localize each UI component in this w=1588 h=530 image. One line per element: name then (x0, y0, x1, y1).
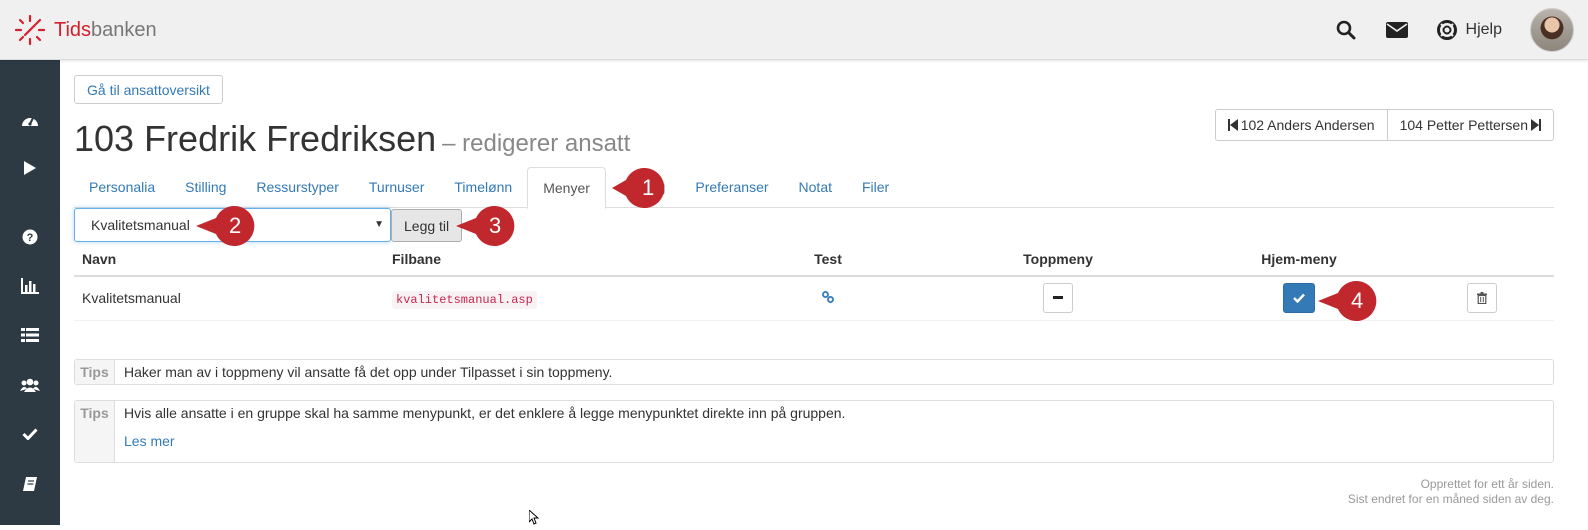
envelope-icon[interactable] (1385, 22, 1408, 38)
employee-navigation: 102 Anders Andersen 104 Petter Pettersen (1214, 109, 1554, 141)
test-cell (728, 276, 928, 321)
prev-employee-button[interactable]: 102 Anders Andersen (1214, 109, 1388, 141)
created-note: Opprettet for ett år siden. (1420, 477, 1554, 491)
link-icon[interactable] (822, 290, 834, 306)
home-menu-toggle[interactable] (1283, 283, 1315, 314)
tips-label: Tips (75, 360, 115, 384)
tab-preferanser[interactable]: Preferanser (680, 167, 783, 208)
logo-clock-icon (14, 14, 46, 46)
menu-path-cell: kvalitetsmanual.asp (384, 276, 728, 321)
tidsbanken-logo[interactable]: Tidsbanken (14, 14, 157, 46)
employee-tabs: Personalia Stilling Ressurstyper Turnuse… (74, 167, 1554, 209)
menu-name-cell: Kvalitetsmanual (74, 276, 384, 321)
changed-note: Sist endret for en måned siden av deg. (1347, 492, 1554, 506)
trash-icon (1477, 292, 1487, 305)
next-employee-label: 104 Petter Pettersen (1399, 117, 1528, 133)
callout-marker: 4 (1318, 279, 1377, 323)
page-title: 103 Fredrik Fredriksen – redigerer ansatt (74, 118, 630, 160)
top-bar: Tidsbanken Hjelp (0, 0, 1588, 60)
callout-number: 3 (489, 213, 502, 238)
column-header-home-menu: Hjem-meny (1188, 248, 1410, 277)
tab-timelonn[interactable]: Timelønn (439, 167, 527, 208)
step-backward-icon (1227, 119, 1238, 131)
record-metadata: Opprettet for ett år siden. Sist endret … (1348, 477, 1554, 507)
tab-menyer[interactable]: Menyer (527, 167, 606, 209)
tab-filer[interactable]: Filer (847, 167, 904, 208)
help-icon[interactable]: ? (20, 227, 40, 247)
column-header-name: Navn (74, 248, 384, 277)
column-header-top-menu: Toppmeny (928, 248, 1188, 277)
tab-ressurstyper[interactable]: Ressurstyper (241, 167, 353, 208)
menu-path: kvalitetsmanual.asp (392, 290, 537, 309)
next-employee-button[interactable]: 104 Petter Pettersen (1387, 109, 1554, 141)
tips-box-top-menu: Tips Haker man av i toppmeny vil ansatte… (74, 359, 1554, 385)
help-menu[interactable]: Hjelp (1436, 19, 1502, 41)
sidebar: ? (0, 60, 60, 525)
lifebuoy-icon (1436, 20, 1457, 40)
tips-text: Haker man av i toppmeny vil ansatte få d… (124, 364, 613, 380)
check-icon (1293, 293, 1305, 304)
page-subtitle: – redigerer ansatt (442, 130, 631, 157)
svg-text:?: ? (27, 232, 34, 244)
add-menu-button[interactable]: Legg til (391, 209, 463, 242)
callout-marker: 2 (196, 204, 255, 248)
tab-turnuser[interactable]: Turnuser (354, 167, 440, 208)
step-forward-icon (1531, 119, 1541, 131)
tips-box-group: Tips Hvis alle ansatte i en gruppe skal … (74, 400, 1554, 463)
bar-chart-icon[interactable] (20, 276, 40, 296)
tips-label: Tips (75, 401, 115, 462)
table-header-row: Navn Filbane Test Toppmeny Hjem-meny (74, 248, 1554, 277)
column-header-actions (1410, 248, 1554, 277)
top-menu-toggle[interactable] (1043, 283, 1073, 314)
column-header-test: Test (728, 248, 928, 277)
dashboard-icon[interactable] (20, 110, 40, 130)
tips-text: Hvis alle ansatte i en gruppe skal ha sa… (124, 405, 846, 421)
play-icon[interactable] (20, 158, 40, 178)
callout-number: 2 (229, 213, 242, 238)
tab-personalia[interactable]: Personalia (74, 167, 170, 208)
help-label: Hjelp (1465, 21, 1502, 38)
delete-button[interactable] (1467, 283, 1497, 314)
logo-text-banken: banken (91, 18, 157, 41)
mouse-cursor-icon (528, 508, 540, 530)
prev-employee-label: 102 Anders Andersen (1240, 117, 1375, 133)
user-avatar[interactable] (1530, 8, 1574, 52)
minus-icon (1053, 296, 1063, 300)
list-icon[interactable] (20, 325, 40, 345)
callout-marker: 1 (612, 166, 664, 210)
top-menu-cell (928, 276, 1188, 321)
callout-marker: 3 (456, 204, 515, 248)
read-more-link[interactable]: Les mer (124, 433, 845, 449)
users-icon[interactable] (20, 375, 40, 395)
logo-text-tids: Tids (54, 18, 92, 41)
caret-down-icon: ▼ (374, 219, 384, 230)
actions-cell (1410, 276, 1554, 321)
check-icon[interactable] (20, 424, 40, 444)
tab-stilling[interactable]: Stilling (170, 167, 241, 208)
tab-notat[interactable]: Notat (784, 167, 847, 208)
employee-overview-button[interactable]: Gå til ansattoversikt (74, 75, 223, 104)
callout-number: 4 (1351, 288, 1364, 313)
search-icon[interactable] (1336, 20, 1356, 40)
column-header-path: Filbane (384, 248, 728, 277)
callout-number: 1 (642, 175, 655, 200)
book-icon[interactable] (20, 474, 40, 494)
employee-name: 103 Fredrik Fredriksen (74, 118, 437, 159)
menu-select-value: Kvalitetsmanual (91, 217, 190, 233)
